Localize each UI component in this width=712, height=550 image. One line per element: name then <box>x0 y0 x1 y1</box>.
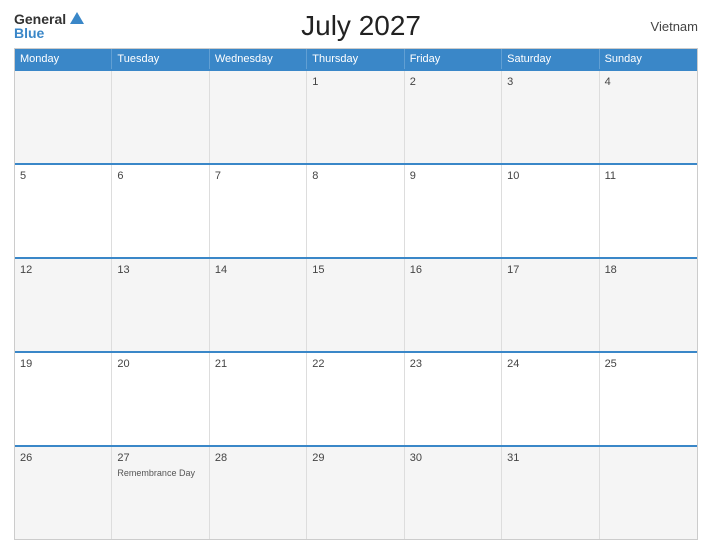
day-number: 22 <box>312 357 398 372</box>
day-number: 29 <box>312 451 398 466</box>
day-cell: 29 <box>307 447 404 539</box>
day-number: 25 <box>605 357 692 372</box>
week-row-2: 56789 10 11 <box>15 163 697 257</box>
month-title: July 2027 <box>84 10 638 42</box>
day-cell: 14 <box>210 259 307 351</box>
day-number: 15 <box>312 263 398 278</box>
header: General Blue July 2027 Vietnam <box>14 10 698 42</box>
day-cell: 2 <box>405 71 502 163</box>
day-cell <box>112 71 209 163</box>
day-cell: 19 <box>15 353 112 445</box>
header-sunday: Sunday <box>600 49 697 69</box>
day-number: 2 <box>410 75 496 90</box>
day-number: 16 <box>410 263 496 278</box>
calendar-page: General Blue July 2027 Vietnam Monday Tu… <box>0 0 712 550</box>
header-wednesday: Wednesday <box>210 49 307 69</box>
day-cell: 21 <box>210 353 307 445</box>
day-number: 31 <box>507 451 593 466</box>
day-cell: 18 <box>600 259 697 351</box>
day-cell: 12 <box>15 259 112 351</box>
day-cell: 25 <box>600 353 697 445</box>
day-number: 4 <box>605 75 692 90</box>
day-cell: 16 <box>405 259 502 351</box>
day-number: 9 <box>410 169 496 184</box>
day-number: 5 <box>20 169 106 184</box>
day-number: 6 <box>117 169 203 184</box>
day-cell: 27 Remembrance Day <box>112 447 209 539</box>
header-monday: Monday <box>15 49 112 69</box>
day-cell: 11 <box>600 165 697 257</box>
header-tuesday: Tuesday <box>112 49 209 69</box>
week-row-3: 12 13 14 15 16 17 18 <box>15 257 697 351</box>
day-cell: 28 <box>210 447 307 539</box>
day-number: 28 <box>215 451 301 466</box>
day-number: 20 <box>117 357 203 372</box>
day-cell: 22 <box>307 353 404 445</box>
day-number: 21 <box>215 357 301 372</box>
day-cell: 10 <box>502 165 599 257</box>
day-number: 30 <box>410 451 496 466</box>
day-cell <box>210 71 307 163</box>
day-number: 19 <box>20 357 106 372</box>
day-cell: 5 <box>15 165 112 257</box>
day-number: 18 <box>605 263 692 278</box>
day-number: 23 <box>410 357 496 372</box>
day-cell: 24 <box>502 353 599 445</box>
day-number: 26 <box>20 451 106 466</box>
day-cell: 17 <box>502 259 599 351</box>
country-label: Vietnam <box>638 19 698 34</box>
day-number: 13 <box>117 263 203 278</box>
day-cell: 4 <box>600 71 697 163</box>
day-cell: 8 <box>307 165 404 257</box>
logo-triangle-icon <box>70 12 84 24</box>
day-number: 24 <box>507 357 593 372</box>
day-number: 8 <box>312 169 398 184</box>
day-cell: 13 <box>112 259 209 351</box>
calendar-grid: Monday Tuesday Wednesday Thursday Friday… <box>14 48 698 540</box>
day-cell: 15 <box>307 259 404 351</box>
day-cell: 1 <box>307 71 404 163</box>
day-number: 10 <box>507 169 593 184</box>
day-cell: 7 <box>210 165 307 257</box>
day-cell: 3 <box>502 71 599 163</box>
logo: General Blue <box>14 12 84 40</box>
day-headers-row: Monday Tuesday Wednesday Thursday Friday… <box>15 49 697 69</box>
header-saturday: Saturday <box>502 49 599 69</box>
day-cell <box>15 71 112 163</box>
day-cell <box>600 447 697 539</box>
day-number: 3 <box>507 75 593 90</box>
day-number: 1 <box>312 75 398 90</box>
day-number: 14 <box>215 263 301 278</box>
day-cell: 31 <box>502 447 599 539</box>
day-cell: 30 <box>405 447 502 539</box>
day-cell: 26 <box>15 447 112 539</box>
day-cell: 6 <box>112 165 209 257</box>
day-number: 7 <box>215 169 301 184</box>
header-thursday: Thursday <box>307 49 404 69</box>
logo-blue-text: Blue <box>14 26 44 40</box>
day-cell: 9 <box>405 165 502 257</box>
weeks-container: 1234567891011121314151617181920212223242… <box>15 69 697 539</box>
day-number: 12 <box>20 263 106 278</box>
day-number: 17 <box>507 263 593 278</box>
week-row-5: 26 27 Remembrance Day 28 29 30 31 <box>15 445 697 539</box>
header-friday: Friday <box>405 49 502 69</box>
day-number: 11 <box>605 169 692 184</box>
holiday-label: Remembrance Day <box>117 468 203 479</box>
day-number: 27 <box>117 451 203 466</box>
week-row-4: 19 20 21 22 23 24 25 <box>15 351 697 445</box>
week-row-1: 1234 <box>15 69 697 163</box>
day-cell: 20 <box>112 353 209 445</box>
logo-general-text: General <box>14 12 66 26</box>
day-cell: 23 <box>405 353 502 445</box>
